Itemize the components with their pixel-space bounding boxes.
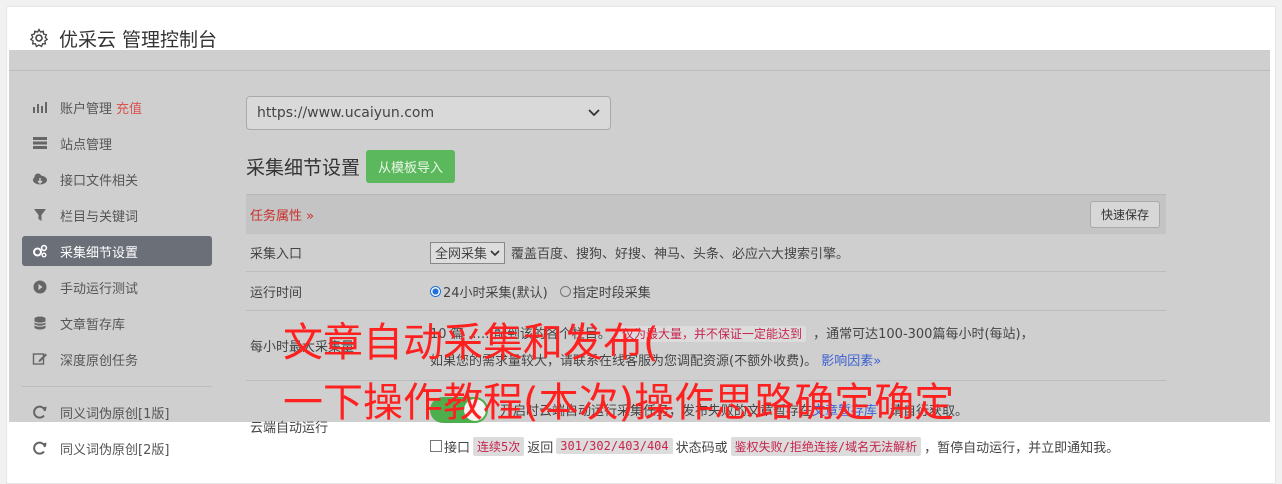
tag-status-codes: 301/302/403/404 <box>556 438 673 454</box>
collection-entry-value: 全网采集 <box>435 247 488 262</box>
sidebar-item-label: 文章暂存库 <box>60 317 126 333</box>
sidebar-item-article-store[interactable]: 文章暂存库 <box>22 308 212 338</box>
play-circle-icon <box>32 280 48 294</box>
sidebar-item-label: 站点管理 <box>60 137 113 153</box>
filter-icon <box>32 208 48 222</box>
sidebar: 账户管理 充值 站点管理 接口文件相关 栏目与关键词 采集细节设置 手动运行测试… <box>22 92 212 469</box>
task-properties-bar: 任务属性 » 快速保存 <box>246 194 1166 234</box>
chk-tail: ，暂停自动运行，并立即通知我。 <box>924 440 1120 456</box>
bar-chart-icon <box>32 100 48 114</box>
refresh-icon <box>32 405 48 419</box>
cloud-download-icon <box>32 172 48 186</box>
server-icon <box>32 136 48 150</box>
pause-on-error-checkbox[interactable] <box>430 440 442 452</box>
row-label: 采集入口 <box>250 247 303 262</box>
overlay-caption-line1: 文章自动采集和发布( <box>283 320 659 366</box>
tag-auth-failure: 鉴权失败/拒绝连接/域名无法解析 <box>730 436 922 456</box>
site-select[interactable]: https://www.ucaiyun.com <box>246 96 611 130</box>
sidebar-item-manual-test[interactable]: 手动运行测试 <box>22 272 212 302</box>
sidebar-item-label: 采集细节设置 <box>60 245 139 261</box>
chk-label-pre: 接口 <box>444 440 471 456</box>
cogs-icon <box>32 244 48 258</box>
task-properties-toggle[interactable]: 任务属性 » <box>250 205 314 224</box>
radio-scheduled[interactable] <box>559 285 571 297</box>
sidebar-item-collection-settings[interactable]: 采集细节设置 <box>22 236 212 266</box>
edit-icon <box>32 352 48 366</box>
sidebar-item-label: 账户管理 <box>60 101 113 117</box>
section-title: 采集细节设置 <box>246 157 361 179</box>
recharge-link[interactable]: 充值 <box>116 98 142 117</box>
sidebar-item-label: 同义词伪原创[1版] <box>60 406 170 422</box>
radio-24h[interactable] <box>430 285 441 297</box>
sidebar-item-interface-files[interactable]: 接口文件相关 <box>22 164 212 194</box>
import-template-button[interactable]: 从模板导入 <box>366 150 456 183</box>
chk-mid1: 返回 <box>527 440 554 456</box>
quick-save-button[interactable]: 快速保存 <box>1089 201 1160 228</box>
header-divider <box>9 70 1270 71</box>
chevron-down-icon <box>588 109 600 117</box>
tag-consecutive: 连续5次 <box>473 436 525 456</box>
sidebar-divider <box>22 386 212 387</box>
sidebar-item-account[interactable]: 账户管理 充值 <box>22 92 212 122</box>
gear-icon <box>29 28 49 48</box>
section-header: 采集细节设置 从模板导入 <box>246 150 1166 183</box>
sidebar-item-synonym-v1[interactable]: 同义词伪原创[1版] <box>22 397 212 427</box>
max-desc-post: ，通常可达100-300篇每小时(每站)， <box>813 326 1034 342</box>
overlay-caption-line2: 一下操作教程(本次)操作思路确定确定 <box>283 380 955 426</box>
database-icon <box>32 316 48 330</box>
chevron-down-icon <box>490 249 500 256</box>
factors-link[interactable]: 影响因素» <box>821 354 881 369</box>
page-title: 优采云 管理控制台 <box>59 28 218 51</box>
sidebar-item-deep-original[interactable]: 深度原创任务 <box>22 344 212 374</box>
sidebar-item-label: 栏目与关键词 <box>60 209 139 225</box>
sidebar-item-label: 同义词伪原创[2版] <box>60 442 170 458</box>
radio-24h-label: 24小时采集(默认) <box>443 285 548 301</box>
collection-entry-select[interactable]: 全网采集 <box>430 241 506 264</box>
sidebar-item-label: 手动运行测试 <box>60 281 139 297</box>
chk-mid2: 状态码或 <box>675 440 728 456</box>
row-collection-entry: 采集入口 全网采集 覆盖百度、搜狗、好搜、神马、头条、必应六大搜索引擎。 <box>246 234 1166 272</box>
sidebar-item-label: 深度原创任务 <box>60 353 139 369</box>
sidebar-item-synonym-v2[interactable]: 同义词伪原创[2版] <box>22 433 212 463</box>
collection-entry-desc: 覆盖百度、搜狗、好搜、神马、头条、必应六大搜索引擎。 <box>511 247 850 262</box>
row-run-time: 运行时间 24小时采集(默认) 指定时段采集 <box>246 272 1166 311</box>
site-select-value: https://www.ucaiyun.com <box>257 105 435 121</box>
sidebar-item-sites[interactable]: 站点管理 <box>22 128 212 158</box>
row-label: 运行时间 <box>250 285 303 301</box>
radio-scheduled-label: 指定时段采集 <box>572 285 651 301</box>
sidebar-item-label: 接口文件相关 <box>60 173 139 189</box>
sidebar-item-columns-keywords[interactable]: 栏目与关键词 <box>22 200 212 230</box>
refresh-icon <box>32 441 48 455</box>
